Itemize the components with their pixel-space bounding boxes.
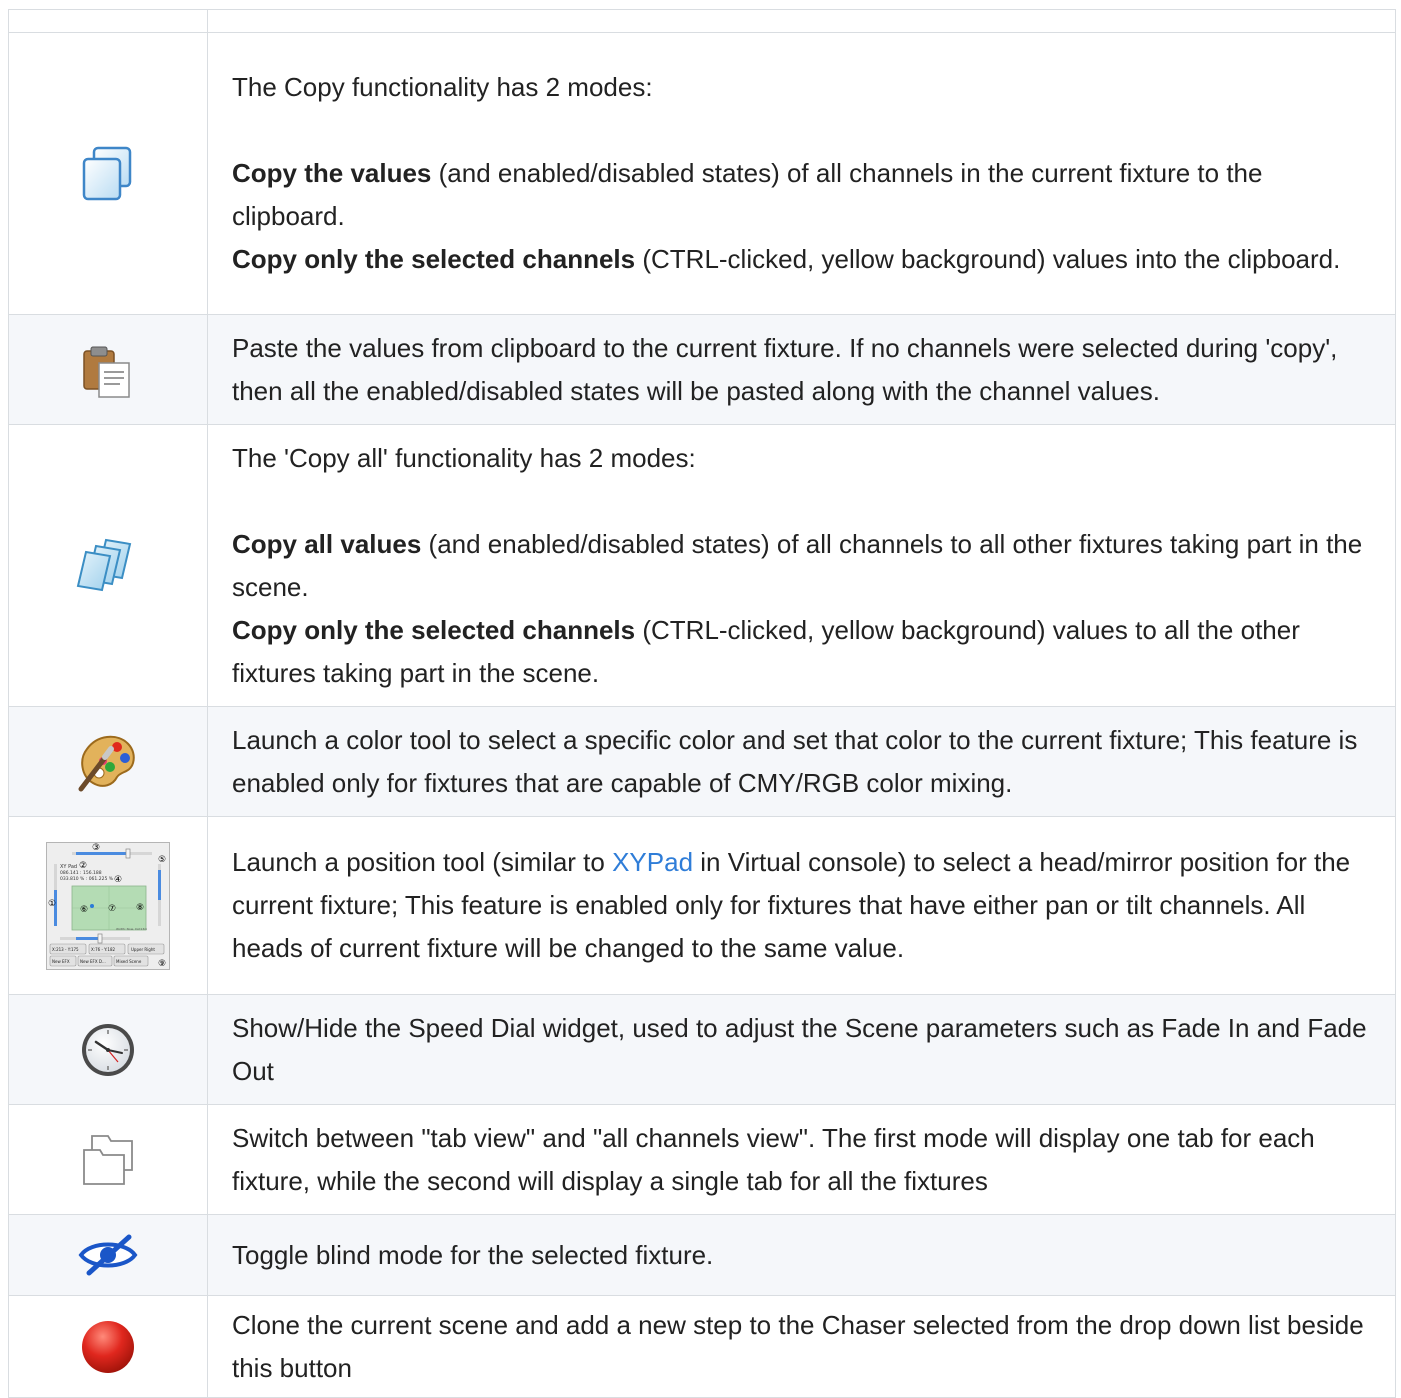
table-row: Show/Hide the Speed Dial widget, used to… (8, 994, 1396, 1105)
xy-pad-marker-4: ④ (114, 875, 122, 885)
table-row: Toggle blind mode for the selected fixtu… (8, 1214, 1396, 1296)
xy-pad-efx-1: New EFX (52, 959, 70, 964)
table-row: XY Pad 086.141 : 156.188 033.810 % : 061… (8, 816, 1396, 995)
xy-pad-percent: 033.810 % : 061.225 % (60, 876, 114, 882)
tab-view-description: Switch between "tab view" and "all chann… (232, 1122, 1315, 1196)
toolbar-help-table: The Copy functionality has 2 modes: Copy… (8, 9, 1396, 1398)
icon-cell (8, 706, 208, 817)
copy-all-icon (76, 538, 132, 591)
xy-pad-title: XY Pad (60, 864, 77, 870)
icon-cell (8, 314, 208, 425)
xy-pad-preset-3: Upper Right (131, 947, 155, 952)
table-header-row (8, 9, 1396, 33)
table-row: The 'Copy all' functionality has 2 modes… (8, 424, 1396, 707)
color-palette-icon (78, 735, 135, 791)
description-cell: Toggle blind mode for the selected fixtu… (207, 1214, 1396, 1296)
copy-mode-1: Copy the values (and enabled/disabled st… (232, 152, 1373, 238)
description-cell: Switch between "tab view" and "all chann… (207, 1104, 1396, 1215)
description-cell: Show/Hide the Speed Dial widget, used to… (207, 994, 1396, 1105)
copy-intro: The Copy functionality has 2 modes: (232, 72, 653, 102)
blind-mode-description: Toggle blind mode for the selected fixtu… (232, 1239, 714, 1270)
description-cell: Launch a position tool (similar to XYPad… (207, 816, 1396, 995)
xy-pad-marker-5: ⑤ (158, 855, 166, 865)
copy-all-mode-1: Copy all values (and enabled/disabled st… (232, 523, 1373, 609)
tab-view-icon (83, 1134, 133, 1185)
clock-icon (82, 1023, 134, 1076)
table-row: Switch between "tab view" and "all chann… (8, 1104, 1396, 1215)
copy-all-mode-2-bold: Copy only the selected channels (232, 614, 636, 645)
paste-description: Paste the values from clipboard to the c… (232, 332, 1338, 406)
position-tool-text-before: Launch a position tool (similar to (232, 847, 613, 877)
blind-eye-icon (78, 1234, 138, 1276)
copy-all-intro: The 'Copy all' functionality has 2 modes… (232, 442, 696, 473)
description-cell: The 'Copy all' functionality has 2 modes… (207, 424, 1396, 707)
xy-pad-marker-7: ⑦ (108, 904, 116, 914)
icon-cell (8, 1295, 208, 1398)
copy-all-mode-1-bold: Copy all values (232, 528, 422, 559)
description-cell: Launch a color tool to select a specific… (207, 706, 1396, 817)
clone-scene-description: Clone the current scene and add a new st… (232, 1309, 1364, 1383)
copy-mode-2: Copy only the selected channels (CTRL-cl… (232, 238, 1373, 281)
xy-pad-width-label: Width: Now, Dot13m (116, 927, 147, 931)
icon-cell: XY Pad 086.141 : 156.188 033.810 % : 061… (8, 816, 208, 995)
xy-pad-marker-8: ⑧ (136, 903, 144, 913)
table-row: Paste the values from clipboard to the c… (8, 314, 1396, 425)
color-tool-description: Launch a color tool to select a specific… (232, 724, 1358, 798)
xy-pad-marker-1: ① (48, 899, 56, 909)
icon-cell (8, 424, 208, 707)
copy-icon (82, 146, 132, 200)
xy-pad-efx-2: New EFX D... (80, 959, 106, 964)
copy-mode-2-bold: Copy only the selected channels (232, 244, 636, 274)
paste-icon (83, 346, 130, 398)
xy-pad-marker-9: ⑨ (158, 959, 166, 969)
speed-dial-description: Show/Hide the Speed Dial widget, used to… (232, 1012, 1367, 1086)
table-row: Clone the current scene and add a new st… (8, 1295, 1396, 1398)
header-text-cell (207, 9, 1396, 33)
xy-pad-preset-1: X:213 - Y:175 (52, 947, 79, 952)
icon-cell (8, 994, 208, 1105)
icon-cell (8, 1214, 208, 1296)
xy-pad-thumbnail: XY Pad 086.141 : 156.188 033.810 % : 061… (46, 841, 170, 970)
xypad-link[interactable]: XYPad (612, 847, 693, 877)
record-icon (82, 1320, 134, 1373)
description-cell: Clone the current scene and add a new st… (207, 1295, 1396, 1398)
xy-pad-marker-6: ⑥ (80, 905, 88, 915)
copy-mode-2-text: (CTRL-clicked, yellow background) values… (635, 244, 1341, 274)
xy-pad-marker-3: ③ (92, 843, 100, 853)
xy-pad-efx-3: Mixed Scene (116, 959, 142, 964)
copy-all-mode-2: Copy only the selected channels (CTRL-cl… (232, 609, 1373, 695)
copy-mode-1-bold: Copy the values (232, 158, 432, 188)
xy-pad-preset-2: X:76 - Y:182 (91, 947, 116, 952)
table-row: Launch a color tool to select a specific… (8, 706, 1396, 817)
description-cell: Paste the values from clipboard to the c… (207, 314, 1396, 425)
description-cell: The Copy functionality has 2 modes: Copy… (207, 32, 1396, 315)
table-row: The Copy functionality has 2 modes: Copy… (8, 32, 1396, 315)
icon-cell (8, 1104, 208, 1215)
position-tool-description: Launch a position tool (similar to XYPad… (232, 841, 1373, 970)
icon-cell (8, 32, 208, 315)
xy-pad-marker-2: ② (79, 861, 87, 871)
header-icon-cell (8, 9, 208, 33)
